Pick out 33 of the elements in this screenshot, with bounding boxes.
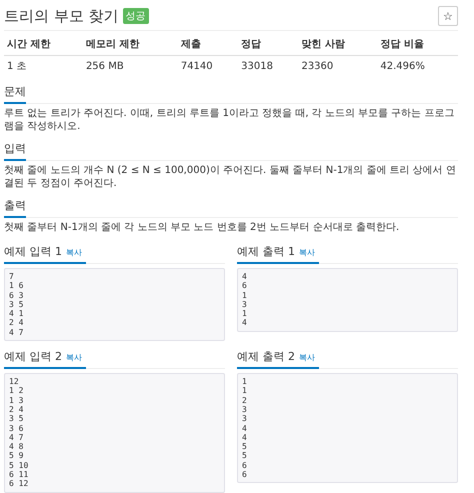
problem-title: 트리의 부모 찾기: [4, 6, 119, 26]
column-header: 정답 비율: [377, 33, 458, 56]
sample-code-block: 1 1 2 3 3 4 4 5 5 6 6: [237, 373, 458, 484]
sample-heading: 예제 출력 2: [237, 349, 295, 364]
section-heading: 출력: [4, 196, 26, 218]
column-header: 메모리 제한: [82, 33, 178, 56]
section-text: 첫째 줄에 노드의 개수 N (2 ≤ N ≤ 100,000)이 주어진다. 둘째 줄부터 N-1개의 줄에 트리 상에서 연결된 두 정점이 주어진다.: [4, 164, 457, 190]
copy-link[interactable]: 복사: [299, 352, 315, 364]
sample-heading: 예제 입력 1: [4, 244, 62, 259]
sample-code-block: 12 1 2 1 3 2 4 3 5 3 6 4 7 4 8 5 9 5 10 6 11 6 12: [4, 373, 225, 493]
table-cell: 256 MB: [82, 56, 178, 76]
table-cell: 74140: [178, 56, 238, 76]
section-heading: 문제: [4, 82, 26, 104]
section-text: 첫째 줄부터 N-1개의 줄에 각 노드의 부모 노드 번호를 2번 노드부터 순서대로 출력한다.: [4, 221, 400, 234]
column-header: 제출: [178, 33, 238, 56]
section-heading: 입력: [4, 139, 26, 161]
column-header: 정답: [238, 33, 298, 56]
sample-code-block: 4 6 1 3 1 4: [237, 268, 458, 332]
sample-heading: 예제 출력 1: [237, 244, 295, 259]
sample-code-block: 7 1 6 6 3 3 5 4 1 2 4 4 7: [4, 268, 225, 342]
copy-link[interactable]: 복사: [299, 247, 315, 258]
table-cell: 23360: [298, 56, 378, 76]
table-cell: 33018: [238, 56, 298, 76]
star-button[interactable]: ☆: [438, 6, 458, 26]
status-badge: 성공: [122, 8, 149, 24]
sample-heading: 예제 입력 2: [4, 349, 62, 364]
table-cell: 42.496%: [377, 56, 458, 76]
copy-link[interactable]: 복사: [66, 247, 82, 258]
section-text: 루트 없는 트리가 주어진다. 이때, 트리의 루트를 1이라고 정했을 때, 각 노드의 부모를 구하는 프로그램을 작성하시오.: [4, 107, 456, 133]
copy-link[interactable]: 복사: [66, 352, 82, 364]
table-cell: 1 초: [4, 56, 83, 76]
column-header: 맞힌 사람: [298, 33, 378, 56]
column-header: 시간 제한: [4, 33, 83, 56]
